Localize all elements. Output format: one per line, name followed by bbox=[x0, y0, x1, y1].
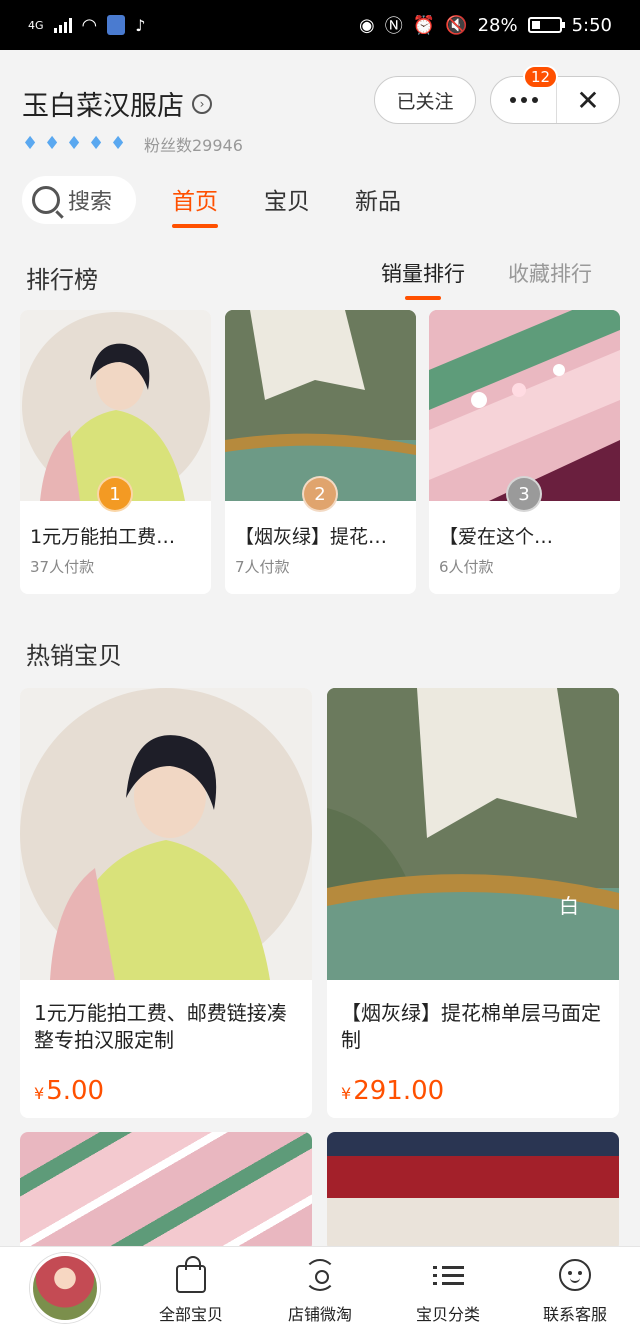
shop-nav: 搜索 首页 宝贝 新品 bbox=[0, 174, 640, 228]
status-left: 4G ◠ ♪ bbox=[28, 15, 145, 36]
product-name: 1元万能拍工费、邮费链接凑整专拍汉服定制 bbox=[34, 1001, 287, 1052]
product-price: ¥5.00 bbox=[34, 1076, 104, 1106]
categories-label: 宝贝分类 bbox=[415, 1305, 480, 1324]
more-button[interactable]: 12 bbox=[491, 65, 559, 123]
product-image: 白 bbox=[327, 688, 619, 980]
battery-percent: 28% bbox=[477, 14, 518, 36]
broadcast-icon bbox=[300, 1255, 340, 1295]
customer-service-icon bbox=[555, 1255, 595, 1295]
ranking-item-name: 【烟灰绿】提花… bbox=[235, 526, 388, 548]
tab-sales-rank[interactable]: 销量排行 bbox=[381, 258, 465, 300]
all-items-label: 全部宝贝 bbox=[158, 1305, 223, 1324]
ranking-card[interactable]: 3 【爱在这个… 6人付款 bbox=[429, 310, 620, 594]
product-image bbox=[20, 1132, 312, 1252]
product-image: 2 bbox=[225, 310, 416, 512]
ranking-title: 排行榜 bbox=[26, 266, 98, 294]
shop-rating: ♦ ♦ ♦ ♦ ♦ 粉丝数29946 bbox=[22, 132, 243, 156]
ranking-header: 排行榜 销量排行 收藏排行 bbox=[0, 250, 640, 310]
product-price: ¥291.00 bbox=[341, 1076, 444, 1106]
product-card[interactable] bbox=[20, 1132, 312, 1252]
battery-icon bbox=[527, 17, 565, 33]
ranking-item-sales: 7人付款 bbox=[235, 558, 290, 576]
shop-feed-button[interactable]: 店铺微淘 bbox=[265, 1255, 375, 1325]
fans-count: 粉丝数29946 bbox=[144, 136, 243, 155]
tab-items[interactable]: 宝贝 bbox=[264, 182, 310, 216]
portrait-image bbox=[20, 688, 312, 980]
vpn-shield-icon bbox=[107, 15, 126, 35]
status-bar: 4G ◠ ♪ ◉ Ⓝ ⏰ 🔇 28% 5:50 bbox=[0, 0, 640, 50]
tab-home[interactable]: 首页 bbox=[172, 182, 218, 228]
skirt-image: 白 bbox=[327, 688, 619, 980]
categories-button[interactable]: 宝贝分类 bbox=[393, 1255, 503, 1325]
currency-symbol: ¥ bbox=[341, 1084, 352, 1103]
shop-avatar[interactable] bbox=[30, 1253, 100, 1323]
ranking-item-name: 1元万能拍工费… bbox=[30, 526, 176, 548]
eye-icon: ◉ bbox=[359, 14, 375, 36]
currency-symbol: ¥ bbox=[34, 1084, 45, 1103]
shopping-bag-icon bbox=[171, 1255, 211, 1295]
product-card[interactable]: 白 【烟灰绿】提花棉单层马面定制 ¥291.00 bbox=[327, 688, 619, 1118]
status-right: ◉ Ⓝ ⏰ 🔇 28% 5:50 bbox=[359, 12, 612, 38]
alarm-icon: ⏰ bbox=[412, 14, 436, 36]
more-dots-icon bbox=[509, 97, 538, 103]
product-image bbox=[327, 1132, 619, 1252]
close-icon: ✕ bbox=[576, 83, 600, 117]
product-card[interactable]: 1元万能拍工费、邮费链接凑整专拍汉服定制 ¥5.00 bbox=[20, 688, 312, 1118]
search-icon bbox=[32, 186, 60, 214]
shop-header: 玉白菜汉服店 › ♦ ♦ ♦ ♦ ♦ 粉丝数29946 已关注 12 ✕ 搜索 … bbox=[0, 50, 640, 250]
ranking-list: 1 1元万能拍工费… 37人付款 2 【烟灰绿】提花… 7人付款 3 【爱在这个… bbox=[20, 310, 620, 594]
product-name: 【烟灰绿】提花棉单层马面定制 bbox=[341, 1001, 601, 1052]
rank-medal: 3 bbox=[506, 476, 542, 512]
shop-title[interactable]: 玉白菜汉服店 › bbox=[22, 84, 212, 123]
hot-section-title: 热销宝贝 bbox=[26, 642, 122, 670]
price-value: 5.00 bbox=[46, 1076, 105, 1106]
ranking-card[interactable]: 1 1元万能拍工费… 37人付款 bbox=[20, 310, 211, 594]
diamond-icon: ♦ bbox=[66, 133, 83, 154]
close-button[interactable]: ✕ bbox=[557, 84, 619, 117]
svg-text:白: 白 bbox=[559, 894, 579, 918]
shop-info-arrow-icon[interactable]: › bbox=[192, 93, 212, 114]
ranking-item-name: 【爱在这个… bbox=[439, 526, 554, 548]
tab-favorites-rank[interactable]: 收藏排行 bbox=[508, 258, 592, 288]
ranking-item-sales: 6人付款 bbox=[439, 558, 494, 576]
search-button[interactable]: 搜索 bbox=[22, 176, 136, 224]
price-value: 291.00 bbox=[353, 1076, 445, 1106]
shop-feed-label: 店铺微淘 bbox=[287, 1305, 352, 1324]
diamond-icon: ♦ bbox=[88, 133, 105, 154]
product-card[interactable] bbox=[327, 1132, 619, 1252]
mute-icon: 🔇 bbox=[445, 14, 468, 36]
search-label: 搜索 bbox=[68, 190, 113, 215]
product-image bbox=[20, 688, 312, 980]
customer-service-button[interactable]: 联系客服 bbox=[520, 1255, 630, 1325]
wifi-icon: ◠ bbox=[81, 14, 98, 36]
product-image: 1 bbox=[20, 310, 211, 512]
fabric-image bbox=[429, 310, 620, 501]
rank-medal: 1 bbox=[97, 476, 133, 512]
diamond-icon: ♦ bbox=[44, 133, 61, 154]
mini-program-capsule: 12 ✕ bbox=[490, 65, 620, 124]
ranking-card[interactable]: 2 【烟灰绿】提花… 7人付款 bbox=[225, 310, 416, 594]
signal-icon bbox=[53, 17, 72, 33]
tab-new[interactable]: 新品 bbox=[355, 182, 401, 216]
customer-service-label: 联系客服 bbox=[542, 1305, 607, 1324]
portrait-image bbox=[22, 312, 210, 501]
bottom-bar: 全部宝贝 店铺微淘 宝贝分类 联系客服 bbox=[0, 1246, 640, 1330]
diamond-icon: ♦ bbox=[110, 133, 127, 154]
message-badge: 12 bbox=[523, 65, 559, 89]
rank-medal: 2 bbox=[302, 476, 338, 512]
all-items-button[interactable]: 全部宝贝 bbox=[136, 1255, 246, 1325]
skirt-image bbox=[225, 310, 416, 501]
nfc-icon: Ⓝ bbox=[384, 16, 403, 37]
network-type: 4G bbox=[28, 18, 44, 32]
ranking-item-sales: 37人付款 bbox=[30, 558, 95, 576]
shop-name: 玉白菜汉服店 bbox=[22, 91, 184, 122]
diamond-icon: ♦ bbox=[22, 133, 39, 154]
product-image: 3 bbox=[429, 310, 620, 512]
follow-button[interactable]: 已关注 bbox=[374, 76, 476, 124]
tiktok-icon: ♪ bbox=[135, 15, 146, 35]
list-icon bbox=[428, 1255, 468, 1295]
clock: 5:50 bbox=[571, 14, 612, 36]
